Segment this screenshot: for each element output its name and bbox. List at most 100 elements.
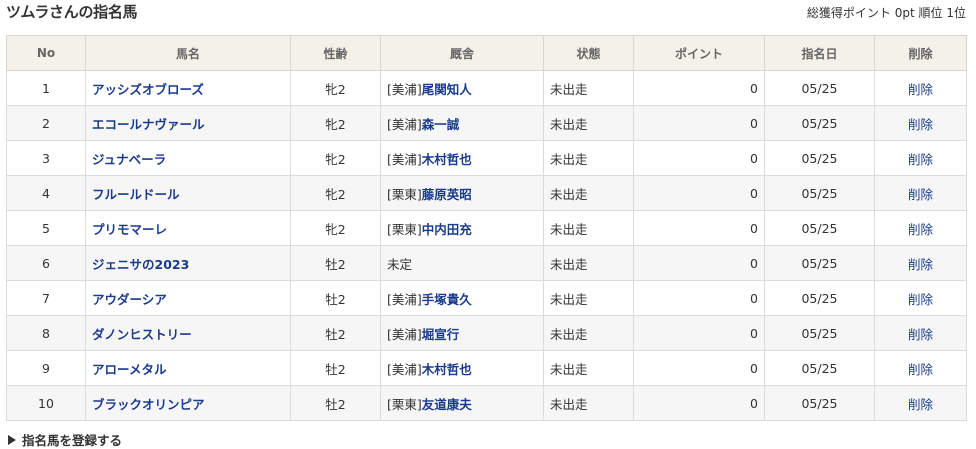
trainer-link[interactable]: 木村哲也 bbox=[422, 152, 472, 167]
cell-name: アローメタル bbox=[85, 350, 291, 386]
stable-region: [美浦] bbox=[387, 361, 422, 377]
stable-region: [栗東] bbox=[387, 186, 422, 202]
cell-status: 未出走 bbox=[543, 280, 634, 316]
delete-link[interactable]: 削除 bbox=[908, 362, 933, 377]
table-row: 3 ジュナベーラ 牝2 [美浦]木村哲也 未出走 0 05/25 削除 bbox=[6, 140, 967, 176]
trainer-link[interactable]: 手塚貴久 bbox=[422, 292, 472, 307]
delete-link[interactable]: 削除 bbox=[908, 152, 933, 167]
delete-link[interactable]: 削除 bbox=[908, 187, 933, 202]
cell-name: ブラックオリンピア bbox=[85, 385, 291, 421]
cell-status: 未出走 bbox=[543, 245, 634, 281]
horse-name-link[interactable]: ジュナベーラ bbox=[92, 152, 166, 167]
cell-status: 未出走 bbox=[543, 105, 634, 141]
header-sex-age: 性齢 bbox=[290, 35, 381, 71]
table-row: 1 アッシズオブローズ 牝2 [美浦]尾関知人 未出走 0 05/25 削除 bbox=[6, 70, 967, 106]
cell-status: 未出走 bbox=[543, 175, 634, 211]
trainer-link[interactable]: 友道康夫 bbox=[422, 397, 472, 412]
trainer-link[interactable]: 中内田充 bbox=[422, 222, 472, 237]
delete-link[interactable]: 削除 bbox=[908, 397, 933, 412]
cell-no: 2 bbox=[6, 105, 86, 141]
trainer-link[interactable]: 木村哲也 bbox=[422, 362, 472, 377]
delete-link[interactable]: 削除 bbox=[908, 257, 933, 272]
cell-points: 0 bbox=[633, 175, 765, 211]
cell-name: ジェニサの2023 bbox=[85, 245, 291, 281]
header-status: 状態 bbox=[543, 35, 634, 71]
trainer-link[interactable]: 尾関知人 bbox=[422, 82, 472, 97]
cell-date: 05/25 bbox=[764, 105, 875, 141]
horse-name-link[interactable]: ジェニサの2023 bbox=[92, 257, 189, 272]
picks-table: No 馬名 性齢 厩舎 状態 ポイント 指名日 削除 1 アッシズオブローズ 牝2[… bbox=[6, 35, 967, 421]
stable-region: [美浦] bbox=[387, 81, 422, 97]
horse-name-link[interactable]: プリモマーレ bbox=[92, 222, 167, 237]
cell-status: 未出走 bbox=[543, 70, 634, 106]
cell-points: 0 bbox=[633, 70, 765, 106]
cell-stable: [栗東]中内田充 bbox=[380, 210, 544, 246]
header-name: 馬名 bbox=[85, 35, 291, 71]
stable-region: [美浦] bbox=[387, 151, 422, 167]
cell-delete: 削除 bbox=[874, 140, 967, 176]
cell-no: 1 bbox=[6, 70, 86, 106]
stable-undecided: 未定 bbox=[387, 256, 413, 272]
stable-region: [美浦] bbox=[387, 291, 422, 307]
cell-date: 05/25 bbox=[764, 315, 875, 351]
cell-points: 0 bbox=[633, 210, 765, 246]
horse-name-link[interactable]: エコールナヴァール bbox=[92, 117, 205, 132]
stable-region: [栗東] bbox=[387, 221, 422, 237]
cell-no: 9 bbox=[6, 350, 86, 386]
cell-date: 05/25 bbox=[764, 175, 875, 211]
delete-link[interactable]: 削除 bbox=[908, 222, 933, 237]
stable-region: [美浦] bbox=[387, 116, 422, 132]
cell-stable: [美浦]手塚貴久 bbox=[380, 280, 544, 316]
header-stable: 厩舎 bbox=[380, 35, 544, 71]
cell-name: アウダーシア bbox=[85, 280, 291, 316]
cell-date: 05/25 bbox=[764, 385, 875, 421]
cell-delete: 削除 bbox=[874, 245, 967, 281]
cell-date: 05/25 bbox=[764, 210, 875, 246]
trainer-link[interactable]: 藤原英昭 bbox=[422, 187, 472, 202]
cell-points: 0 bbox=[633, 350, 765, 386]
cell-sex-age: 牡2 bbox=[290, 315, 381, 351]
delete-link[interactable]: 削除 bbox=[908, 327, 933, 342]
trainer-link[interactable]: 堀宣行 bbox=[422, 327, 460, 342]
cell-status: 未出走 bbox=[543, 210, 634, 246]
cell-stable: [美浦]堀宣行 bbox=[380, 315, 544, 351]
table-row: 7 アウダーシア 牡2 [美浦]手塚貴久 未出走 0 05/25 削除 bbox=[6, 280, 967, 316]
cell-name: フルールドール bbox=[85, 175, 291, 211]
cell-no: 8 bbox=[6, 315, 86, 351]
cell-delete: 削除 bbox=[874, 70, 967, 106]
cell-status: 未出走 bbox=[543, 385, 634, 421]
stable-region: [美浦] bbox=[387, 326, 422, 342]
horse-name-link[interactable]: フルールドール bbox=[92, 187, 180, 202]
trainer-link[interactable]: 森一誠 bbox=[422, 117, 460, 132]
table-header-row: No 馬名 性齢 厩舎 状態 ポイント 指名日 削除 bbox=[6, 35, 967, 71]
table-row: 5 プリモマーレ 牝2 [栗東]中内田充 未出走 0 05/25 削除 bbox=[6, 210, 967, 246]
horse-name-link[interactable]: アウダーシア bbox=[92, 292, 167, 307]
header-no: No bbox=[6, 35, 86, 71]
cell-delete: 削除 bbox=[874, 385, 967, 421]
cell-no: 7 bbox=[6, 280, 86, 316]
cell-no: 6 bbox=[6, 245, 86, 281]
rank-label: 順位 bbox=[918, 6, 943, 20]
horse-name-link[interactable]: アッシズオブローズ bbox=[92, 82, 204, 97]
cell-no: 4 bbox=[6, 175, 86, 211]
delete-link[interactable]: 削除 bbox=[908, 82, 933, 97]
cell-stable: [栗東]友道康夫 bbox=[380, 385, 544, 421]
horse-name-link[interactable]: アローメタル bbox=[92, 362, 167, 377]
points-label: 総獲得ポイント bbox=[806, 6, 891, 20]
header-date: 指名日 bbox=[764, 35, 875, 71]
cell-status: 未出走 bbox=[543, 315, 634, 351]
delete-link[interactable]: 削除 bbox=[908, 117, 933, 132]
cell-sex-age: 牡2 bbox=[290, 280, 381, 316]
horse-name-link[interactable]: ダノンヒストリー bbox=[92, 327, 192, 342]
cell-points: 0 bbox=[633, 245, 765, 281]
register-horse-link[interactable]: 指名馬を登録する bbox=[8, 430, 122, 449]
cell-points: 0 bbox=[633, 385, 765, 421]
horse-name-link[interactable]: ブラックオリンピア bbox=[92, 397, 205, 412]
cell-sex-age: 牝2 bbox=[290, 210, 381, 246]
cell-no: 3 bbox=[6, 140, 86, 176]
cell-stable: [美浦]尾関知人 bbox=[380, 70, 544, 106]
cell-date: 05/25 bbox=[764, 350, 875, 386]
cell-sex-age: 牡2 bbox=[290, 385, 381, 421]
delete-link[interactable]: 削除 bbox=[908, 292, 933, 307]
cell-points: 0 bbox=[633, 280, 765, 316]
